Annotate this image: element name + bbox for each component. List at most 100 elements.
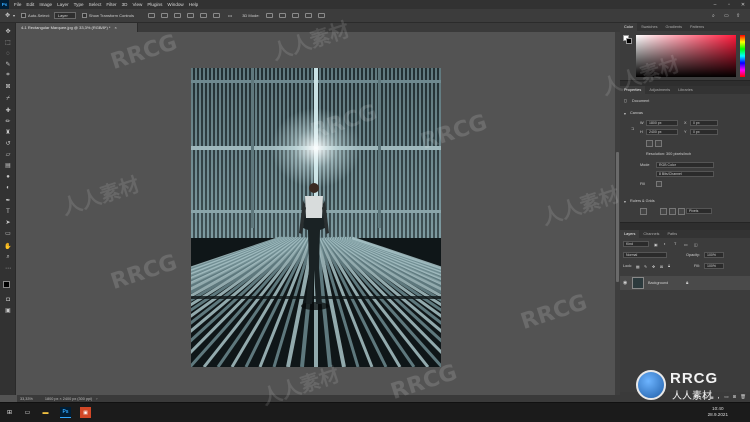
- tab-patterns[interactable]: Patterns: [686, 23, 708, 31]
- align-middle-icon[interactable]: [199, 13, 207, 18]
- portrait-orientation-button[interactable]: [646, 140, 653, 147]
- canvas-collapse-icon[interactable]: ▾: [624, 111, 626, 116]
- foreground-color-swatch[interactable]: [3, 281, 10, 288]
- path-selection-icon[interactable]: ➤: [3, 218, 13, 227]
- lock-all-icon[interactable]: 🔒︎: [668, 264, 670, 268]
- rulers-collapse-icon[interactable]: ▾: [624, 199, 626, 204]
- file-explorer-icon[interactable]: ▬: [40, 407, 51, 418]
- layer-row-background[interactable]: ◉ Background 🔒︎: [620, 276, 750, 290]
- filter-shape-icon[interactable]: ▭: [684, 242, 688, 247]
- menu-type[interactable]: Type: [74, 2, 84, 7]
- 3d-rotate-icon[interactable]: [265, 13, 273, 18]
- share-icon[interactable]: ⇪: [736, 13, 740, 19]
- close-window-icon[interactable]: ✕: [736, 0, 750, 9]
- taskbar-clock[interactable]: 10:40 28.9.2021: [708, 406, 728, 418]
- bit-depth-dropdown[interactable]: 8 Bits/Channel: [656, 171, 714, 177]
- lock-position-icon[interactable]: ✥: [652, 264, 655, 269]
- minimize-icon[interactable]: –: [708, 0, 722, 9]
- brush-icon[interactable]: ✏: [3, 117, 13, 126]
- ruler-icon[interactable]: [640, 208, 647, 215]
- align-right-icon[interactable]: [173, 13, 181, 18]
- bg-color-chip[interactable]: [626, 38, 632, 44]
- tab-adjustments[interactable]: Adjustments: [645, 86, 674, 94]
- align-center-icon[interactable]: [160, 13, 168, 18]
- blend-mode-dropdown[interactable]: Normal: [623, 252, 667, 258]
- 3d-scale-icon[interactable]: [317, 13, 325, 18]
- status-chevron-icon[interactable]: ›: [96, 397, 97, 401]
- auto-select-checkbox[interactable]: [21, 13, 27, 18]
- photoshop-taskbar-icon[interactable]: Ps: [60, 407, 71, 418]
- landscape-orientation-button[interactable]: [655, 140, 662, 147]
- gradient-icon[interactable]: ▤: [3, 161, 13, 170]
- menu-select[interactable]: Select: [89, 2, 102, 7]
- rectangle-shape-icon[interactable]: ▭: [3, 229, 13, 238]
- clone-stamp-icon[interactable]: ♜: [3, 128, 13, 137]
- fill-field[interactable]: 100%: [704, 263, 724, 269]
- move-tool-icon[interactable]: ✥: [5, 12, 10, 19]
- canvas-width-field[interactable]: 1800 px: [646, 120, 678, 126]
- tab-gradients[interactable]: Gradients: [662, 23, 686, 31]
- opacity-field[interactable]: 100%: [704, 252, 724, 258]
- lasso-icon[interactable]: ◌: [3, 49, 13, 58]
- document-tab[interactable]: 4-1 Rectangular Marquee.jpg @ 33,3% (RGB…: [18, 23, 138, 32]
- close-tab-icon[interactable]: ×: [114, 25, 116, 30]
- auto-select-target-dropdown[interactable]: Layer: [53, 12, 76, 19]
- color-mode-dropdown[interactable]: RGB Color: [656, 162, 714, 168]
- move-tool-icon[interactable]: ✥: [3, 27, 13, 36]
- menu-3d[interactable]: 3D: [122, 2, 128, 7]
- layer-name[interactable]: Background: [648, 281, 668, 285]
- quick-select-icon[interactable]: ✎: [3, 60, 13, 69]
- show-transform-checkbox[interactable]: [81, 13, 87, 18]
- guides-icon[interactable]: [669, 208, 676, 215]
- menu-plugins[interactable]: Plugins: [147, 2, 162, 7]
- canvas-height-field[interactable]: 2400 px: [646, 129, 678, 135]
- filter-type-icon[interactable]: T: [674, 242, 676, 246]
- filter-pixel-icon[interactable]: ▣: [654, 242, 658, 247]
- hand-icon[interactable]: ✋: [3, 242, 13, 251]
- tab-libraries[interactable]: Libraries: [674, 86, 697, 94]
- fill-swatch[interactable]: [656, 181, 662, 187]
- snap-icon[interactable]: [678, 208, 685, 215]
- ruler-units-dropdown[interactable]: Pixels: [686, 208, 712, 214]
- tab-paths[interactable]: Paths: [663, 230, 681, 238]
- eraser-icon[interactable]: ▱: [3, 150, 13, 159]
- 3d-roll-icon[interactable]: [278, 13, 286, 18]
- document-image[interactable]: [191, 68, 441, 367]
- maximize-icon[interactable]: ▫: [722, 0, 736, 9]
- powerpoint-taskbar-icon[interactable]: ▣: [80, 407, 91, 418]
- windows-start-icon[interactable]: ⊞: [4, 407, 15, 418]
- tab-layers[interactable]: Layers: [620, 230, 640, 238]
- lock-pixels-icon[interactable]: ▦: [636, 264, 640, 269]
- link-dimensions-icon[interactable]: ⊐: [631, 126, 634, 131]
- canvas-y-field[interactable]: 0 px: [690, 129, 718, 135]
- menu-window[interactable]: Window: [167, 2, 183, 7]
- align-top-icon[interactable]: [186, 13, 194, 18]
- canvas-x-field[interactable]: 0 px: [690, 120, 718, 126]
- menu-edit[interactable]: Edit: [26, 2, 34, 7]
- menu-view[interactable]: View: [132, 2, 142, 7]
- eyedropper-icon[interactable]: ⌿: [3, 95, 13, 104]
- menu-file[interactable]: File: [14, 2, 21, 7]
- lock-paint-icon[interactable]: ✎: [644, 264, 647, 269]
- healing-brush-icon[interactable]: ✚: [3, 106, 13, 115]
- search-icon[interactable]: ⌕: [712, 13, 715, 19]
- blur-icon[interactable]: ●: [3, 172, 13, 181]
- dodge-icon[interactable]: ◐: [3, 183, 13, 192]
- grid-icon[interactable]: [660, 208, 667, 215]
- zoom-icon[interactable]: ⌕: [3, 253, 13, 262]
- hue-slider[interactable]: [740, 35, 745, 77]
- more-options-icon[interactable]: •••: [228, 13, 232, 18]
- filter-smart-object-icon[interactable]: ◫: [694, 242, 698, 247]
- tab-channels[interactable]: Channels: [639, 230, 663, 238]
- taskview-icon[interactable]: ▭: [22, 407, 33, 418]
- history-brush-icon[interactable]: ↺: [3, 139, 13, 148]
- align-bottom-icon[interactable]: [212, 13, 220, 18]
- 3d-drag-icon[interactable]: [291, 13, 299, 18]
- tab-swatches[interactable]: Swatches: [637, 23, 661, 31]
- zoom-readout[interactable]: 33,33%: [20, 397, 33, 401]
- crop-icon[interactable]: ⌗: [3, 71, 13, 80]
- workspace-icon[interactable]: ▭: [724, 13, 729, 19]
- layer-thumbnail[interactable]: [632, 277, 644, 289]
- layer-filter-kind-dropdown[interactable]: Kind: [623, 241, 649, 247]
- layer-visibility-eye-icon[interactable]: ◉: [623, 280, 627, 286]
